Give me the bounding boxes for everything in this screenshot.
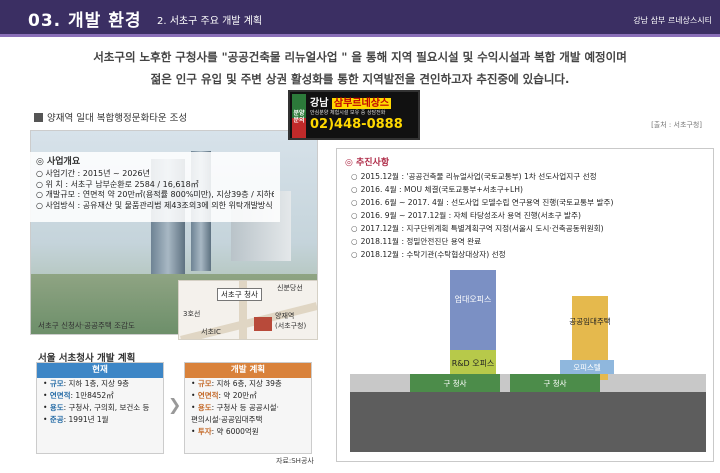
banner-small-text: 안심분양 체험시설 보유 중 상담전화 — [310, 110, 386, 116]
plan-column: 개발 계획 • 규모: 지하 6층, 지상 39층 • 연면적: 약 20만㎡ … — [184, 362, 312, 454]
plan-item: • 연면적: 약 20만㎡ — [191, 391, 257, 400]
sales-banner[interactable]: 분양문의 강남 삼부르네상스 안심분양 체험시설 보유 중 상담전화 02)44… — [288, 90, 420, 140]
source-note: [출처 : 서초구청] — [651, 121, 702, 129]
progress-heading: ◎ 추진사항 — [345, 158, 390, 168]
overview-heading: ◎ 사업개요 — [36, 157, 81, 167]
header-accent-line — [0, 34, 720, 37]
current-column: 현재 • 규모: 지하 1층, 지상 9층 • 연면적: 1만8452㎡ • 용… — [36, 362, 164, 454]
photo-caption: 서초구 신청사·공공주택 조감도 — [38, 321, 135, 330]
overview-box: ◎ 사업개요 ○ 사업기간 : 2015년 ~ 2026년 ○ 위 치 : 서초… — [30, 152, 280, 222]
location-map: 서초구 청사 3호선 신분당선 서초IC 양재역 (서초구청) — [178, 280, 318, 340]
intro-line-2: 젊은 인구 유입 및 주변 상권 활성화를 통한 지역발전을 견인하고자 추진중… — [150, 72, 570, 86]
arrow-right-icon: ❯ — [168, 395, 182, 414]
map-ic-label: 서초IC — [201, 328, 221, 336]
progress-item: ○ 2016. 4월 : MOU 체결(국토교통부+서초구+LH) — [351, 185, 523, 194]
underground-block — [350, 392, 706, 452]
progress-item: ○ 2017.12월 : 지구단위계획 특별계획구역 지정(서울시 도시·건축공동… — [351, 224, 604, 233]
plan-item: • 규모: 지하 6층, 지상 39층 — [191, 379, 282, 388]
map-line3-label: 3호선 — [183, 310, 201, 318]
plan-item: • 용도: 구청사 등 공공시설· — [191, 403, 279, 412]
plan-item: 편의시설·공공임대주택 — [191, 415, 263, 424]
label-rnd: R&D 오피스 — [452, 359, 495, 368]
current-item: • 준공: 1991년 1월 — [43, 415, 109, 424]
section-subtitle: 2. 서초구 주요 개발 계획 — [157, 16, 263, 27]
header-bar: 03. 개발 환경 2. 서초구 주요 개발 계획 강남 삼부 르네상스시티 — [0, 0, 720, 37]
map-sinbundang-label: 신분당선 — [277, 284, 303, 292]
banner-title: 강남 삼부르네상스 — [310, 98, 392, 109]
overview-row: ○ 사업방식 : 공유재산 및 물품관리법 제43조의3에 의한 위탁개발방식 — [36, 200, 273, 210]
label-hall-2: 구 청사 — [543, 379, 566, 388]
credit-text: 자료:SH공사 — [276, 457, 314, 465]
progress-item: ○ 2018.11월 : 정밀안전진단 용역 완료 — [351, 237, 482, 246]
left-section-title-text: 양재역 일대 복합행정문화타운 조성 — [47, 113, 188, 124]
map-site-marker — [254, 317, 272, 331]
left-section-title: 양재역 일대 복합행정문화타운 조성 — [34, 110, 187, 124]
square-bullet-icon — [34, 113, 43, 122]
current-item: • 연면적: 1만8452㎡ — [43, 391, 114, 400]
progress-item: ○ 2016. 6월 ~ 2017. 4월 : 선도사업 모델수립 연구용역 진행… — [351, 198, 614, 207]
brand-name: 강남 삼부 르네상스시티 — [633, 16, 712, 25]
label-office: 업대오피스 — [455, 295, 492, 304]
overview-row: ○ 위 치 : 서초구 남부순환로 2584 / 16,618㎡ — [36, 179, 199, 189]
label-housing: 공공임대주택 — [569, 316, 610, 326]
progress-item: ○ 2015.12월 : '공공건축물 리뉴얼사업(국토교통부) 1차 선도사업지… — [351, 172, 597, 181]
plan-header: 개발 계획 — [185, 363, 311, 378]
progress-item: ○ 2018.12월 : 수탁기관(수탁협상대상자) 선정 — [351, 250, 506, 259]
current-header: 현재 — [37, 363, 163, 378]
banner-phone[interactable]: 02)448-0888 — [310, 117, 403, 132]
plan-item: • 투자: 약 6000억원 — [191, 427, 259, 436]
progress-item: ○ 2016. 9월 ~ 2017.12월 : 자체 타당성조사 용역 진행(서초… — [351, 211, 581, 220]
current-item: • 규모: 지하 1층, 지상 9층 — [43, 379, 130, 388]
map-yangjae-label: 양재역 — [275, 312, 295, 320]
intro-line-1: 서초구의 노후한 구청사를 "공공건축물 리뉴얼사업 " 을 통해 지역 필요시… — [93, 50, 627, 64]
intro-text: 서초구의 노후한 구청사를 "공공건축물 리뉴얼사업 " 을 통해 지역 필요시… — [0, 46, 720, 90]
label-hall: 구 청사 — [443, 379, 466, 388]
current-item: • 용도: 구청사, 구의회, 보건소 등 — [43, 403, 150, 412]
map-office-label: 서초구 청사 — [217, 288, 262, 301]
overview-row: ○ 개발규모 : 연면적 약 20만㎡(용적률 800%미만), 지상39층 /… — [36, 190, 274, 199]
overview-row: ○ 사업기간 : 2015년 ~ 2026년 — [36, 169, 150, 178]
section-number: 03. 개발 환경 — [28, 11, 142, 31]
banner-tag-text: 분양문의 — [293, 110, 305, 124]
map-yangjae-sub: (서초구청) — [275, 322, 307, 330]
label-officetel: 오피스텔 — [573, 363, 601, 372]
building-section-diagram: 업대오피스 R&D 오피스 공공임대주택 오피스텔 구 청사 구 청사 — [350, 270, 706, 452]
